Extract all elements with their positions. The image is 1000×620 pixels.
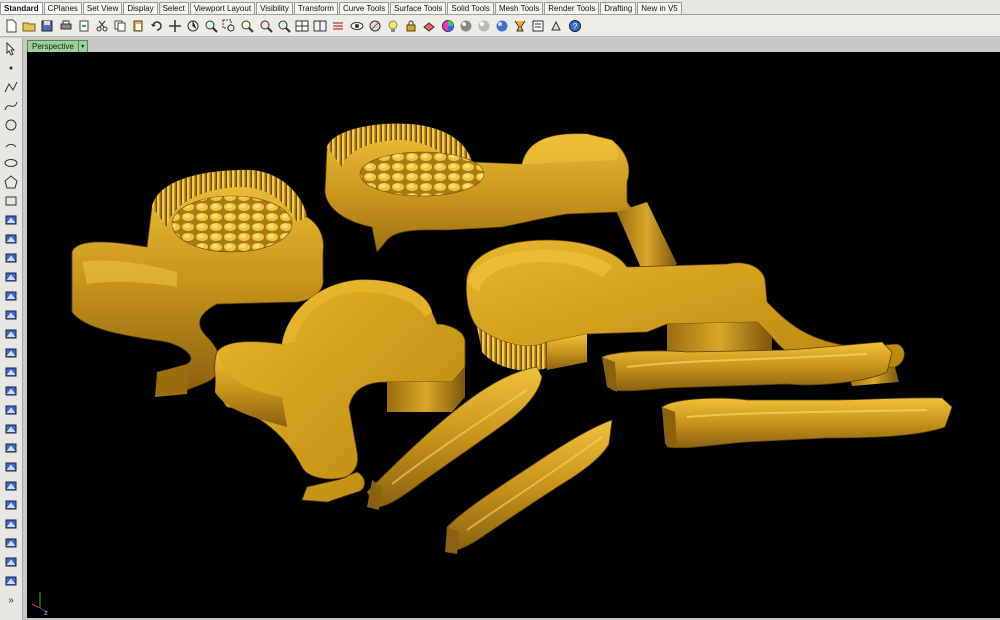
offset-icon[interactable] (3, 212, 19, 228)
color-wheel-icon[interactable] (440, 18, 456, 34)
tab-display[interactable]: Display (123, 2, 158, 14)
command-icon[interactable] (549, 18, 565, 34)
analyze-icon[interactable] (3, 497, 19, 513)
material-sphere-icon[interactable] (494, 18, 510, 34)
viewport-title[interactable]: Perspective (28, 41, 78, 52)
visibility-icon[interactable] (349, 18, 365, 34)
arc-icon[interactable] (3, 136, 19, 152)
tab-viewport-layout[interactable]: Viewport Layout (189, 2, 256, 14)
text-icon[interactable] (3, 478, 19, 494)
svg-text:?: ? (573, 22, 578, 31)
perspective-viewport[interactable]: z (27, 52, 1000, 618)
zoom-selected-icon[interactable] (258, 18, 274, 34)
zoom-icon[interactable] (203, 18, 219, 34)
ellipse-icon[interactable] (3, 155, 19, 171)
render-sphere-icon[interactable] (476, 18, 492, 34)
copy-icon[interactable] (112, 18, 128, 34)
select-arrow-icon[interactable] (3, 41, 19, 57)
open-file-icon[interactable] (21, 18, 37, 34)
point-icon[interactable] (3, 60, 19, 76)
layout-icon[interactable] (3, 554, 19, 570)
tab-drafting[interactable]: Drafting (600, 2, 637, 14)
axis-indicator: z (31, 592, 48, 617)
pan-icon[interactable] (167, 18, 183, 34)
explode-icon[interactable] (3, 383, 19, 399)
zoom-extents-icon[interactable] (239, 18, 255, 34)
paste-icon[interactable] (130, 18, 146, 34)
save-icon[interactable] (39, 18, 55, 34)
rotate-view-icon[interactable] (185, 18, 201, 34)
undo-icon[interactable] (149, 18, 165, 34)
tab-select[interactable]: Select (158, 2, 189, 14)
trim-icon[interactable] (3, 250, 19, 266)
model-scene[interactable]: z (27, 52, 1000, 618)
import-icon[interactable] (76, 18, 92, 34)
tab-mesh-tools[interactable]: Mesh Tools (494, 2, 544, 14)
surface-icon[interactable] (3, 269, 19, 285)
tab-new-in-v5[interactable]: New in V5 (637, 2, 682, 14)
cut-icon[interactable] (94, 18, 110, 34)
print-icon[interactable] (58, 18, 74, 34)
viewport-frame: Perspective ▾ z (23, 38, 1000, 620)
properties-icon[interactable] (530, 18, 546, 34)
viewport-layout-icon[interactable] (294, 18, 310, 34)
boolean-icon[interactable] (3, 364, 19, 380)
more-icon[interactable]: » (3, 592, 19, 608)
dimension-icon[interactable] (3, 459, 19, 475)
tab-cplanes[interactable]: CPlanes (43, 2, 82, 14)
standard-toolbar: ? (0, 15, 1000, 37)
tab-transform[interactable]: Transform (293, 2, 338, 14)
lock-icon[interactable] (403, 18, 419, 34)
lightbulb-icon[interactable] (385, 18, 401, 34)
zoom-previous-icon[interactable] (276, 18, 292, 34)
fillet-icon[interactable] (3, 231, 19, 247)
layer-icon[interactable] (421, 18, 437, 34)
mesh-icon[interactable] (3, 345, 19, 361)
viewport-menu-arrow-icon[interactable]: ▾ (77, 41, 87, 52)
sphere-icon[interactable] (3, 326, 19, 342)
four-viewports-icon[interactable] (312, 18, 328, 34)
array-icon[interactable] (3, 440, 19, 456)
tab-standard[interactable]: Standard (0, 2, 43, 14)
split-icon[interactable] (3, 402, 19, 418)
tab-visibility[interactable]: Visibility (256, 2, 293, 14)
rectangle-icon[interactable] (3, 193, 19, 209)
grid-icon[interactable] (330, 18, 346, 34)
left-tool-sidebar: » (0, 38, 23, 620)
extrude-icon[interactable] (3, 288, 19, 304)
box-icon[interactable] (3, 307, 19, 323)
options-icon[interactable] (512, 18, 528, 34)
zoom-window-icon[interactable] (221, 18, 237, 34)
tab-solid-tools[interactable]: Solid Tools (447, 2, 494, 14)
polyline-icon[interactable] (3, 79, 19, 95)
tab-curve-tools[interactable]: Curve Tools (338, 2, 390, 14)
block-icon[interactable] (3, 573, 19, 589)
cutter-piece-6[interactable] (661, 397, 953, 449)
circle-icon[interactable] (3, 117, 19, 133)
tab-render-tools[interactable]: Render Tools (544, 2, 600, 14)
hide-icon[interactable] (367, 18, 383, 34)
axis-z-label: z (44, 610, 48, 617)
new-file-icon[interactable] (3, 18, 19, 34)
tab-set-view[interactable]: Set View (82, 2, 123, 14)
help-icon[interactable]: ? (567, 18, 583, 34)
curve-icon[interactable] (3, 98, 19, 114)
toolbar-tab-bar: Standard CPlanes Set View Display Select View… (0, 0, 1000, 15)
transform-icon[interactable] (3, 535, 19, 551)
shaded-sphere-icon[interactable] (458, 18, 474, 34)
tab-surface-tools[interactable]: Surface Tools (390, 2, 447, 14)
polygon-icon[interactable] (3, 174, 19, 190)
move-icon[interactable] (3, 421, 19, 437)
render-icon[interactable] (3, 516, 19, 532)
